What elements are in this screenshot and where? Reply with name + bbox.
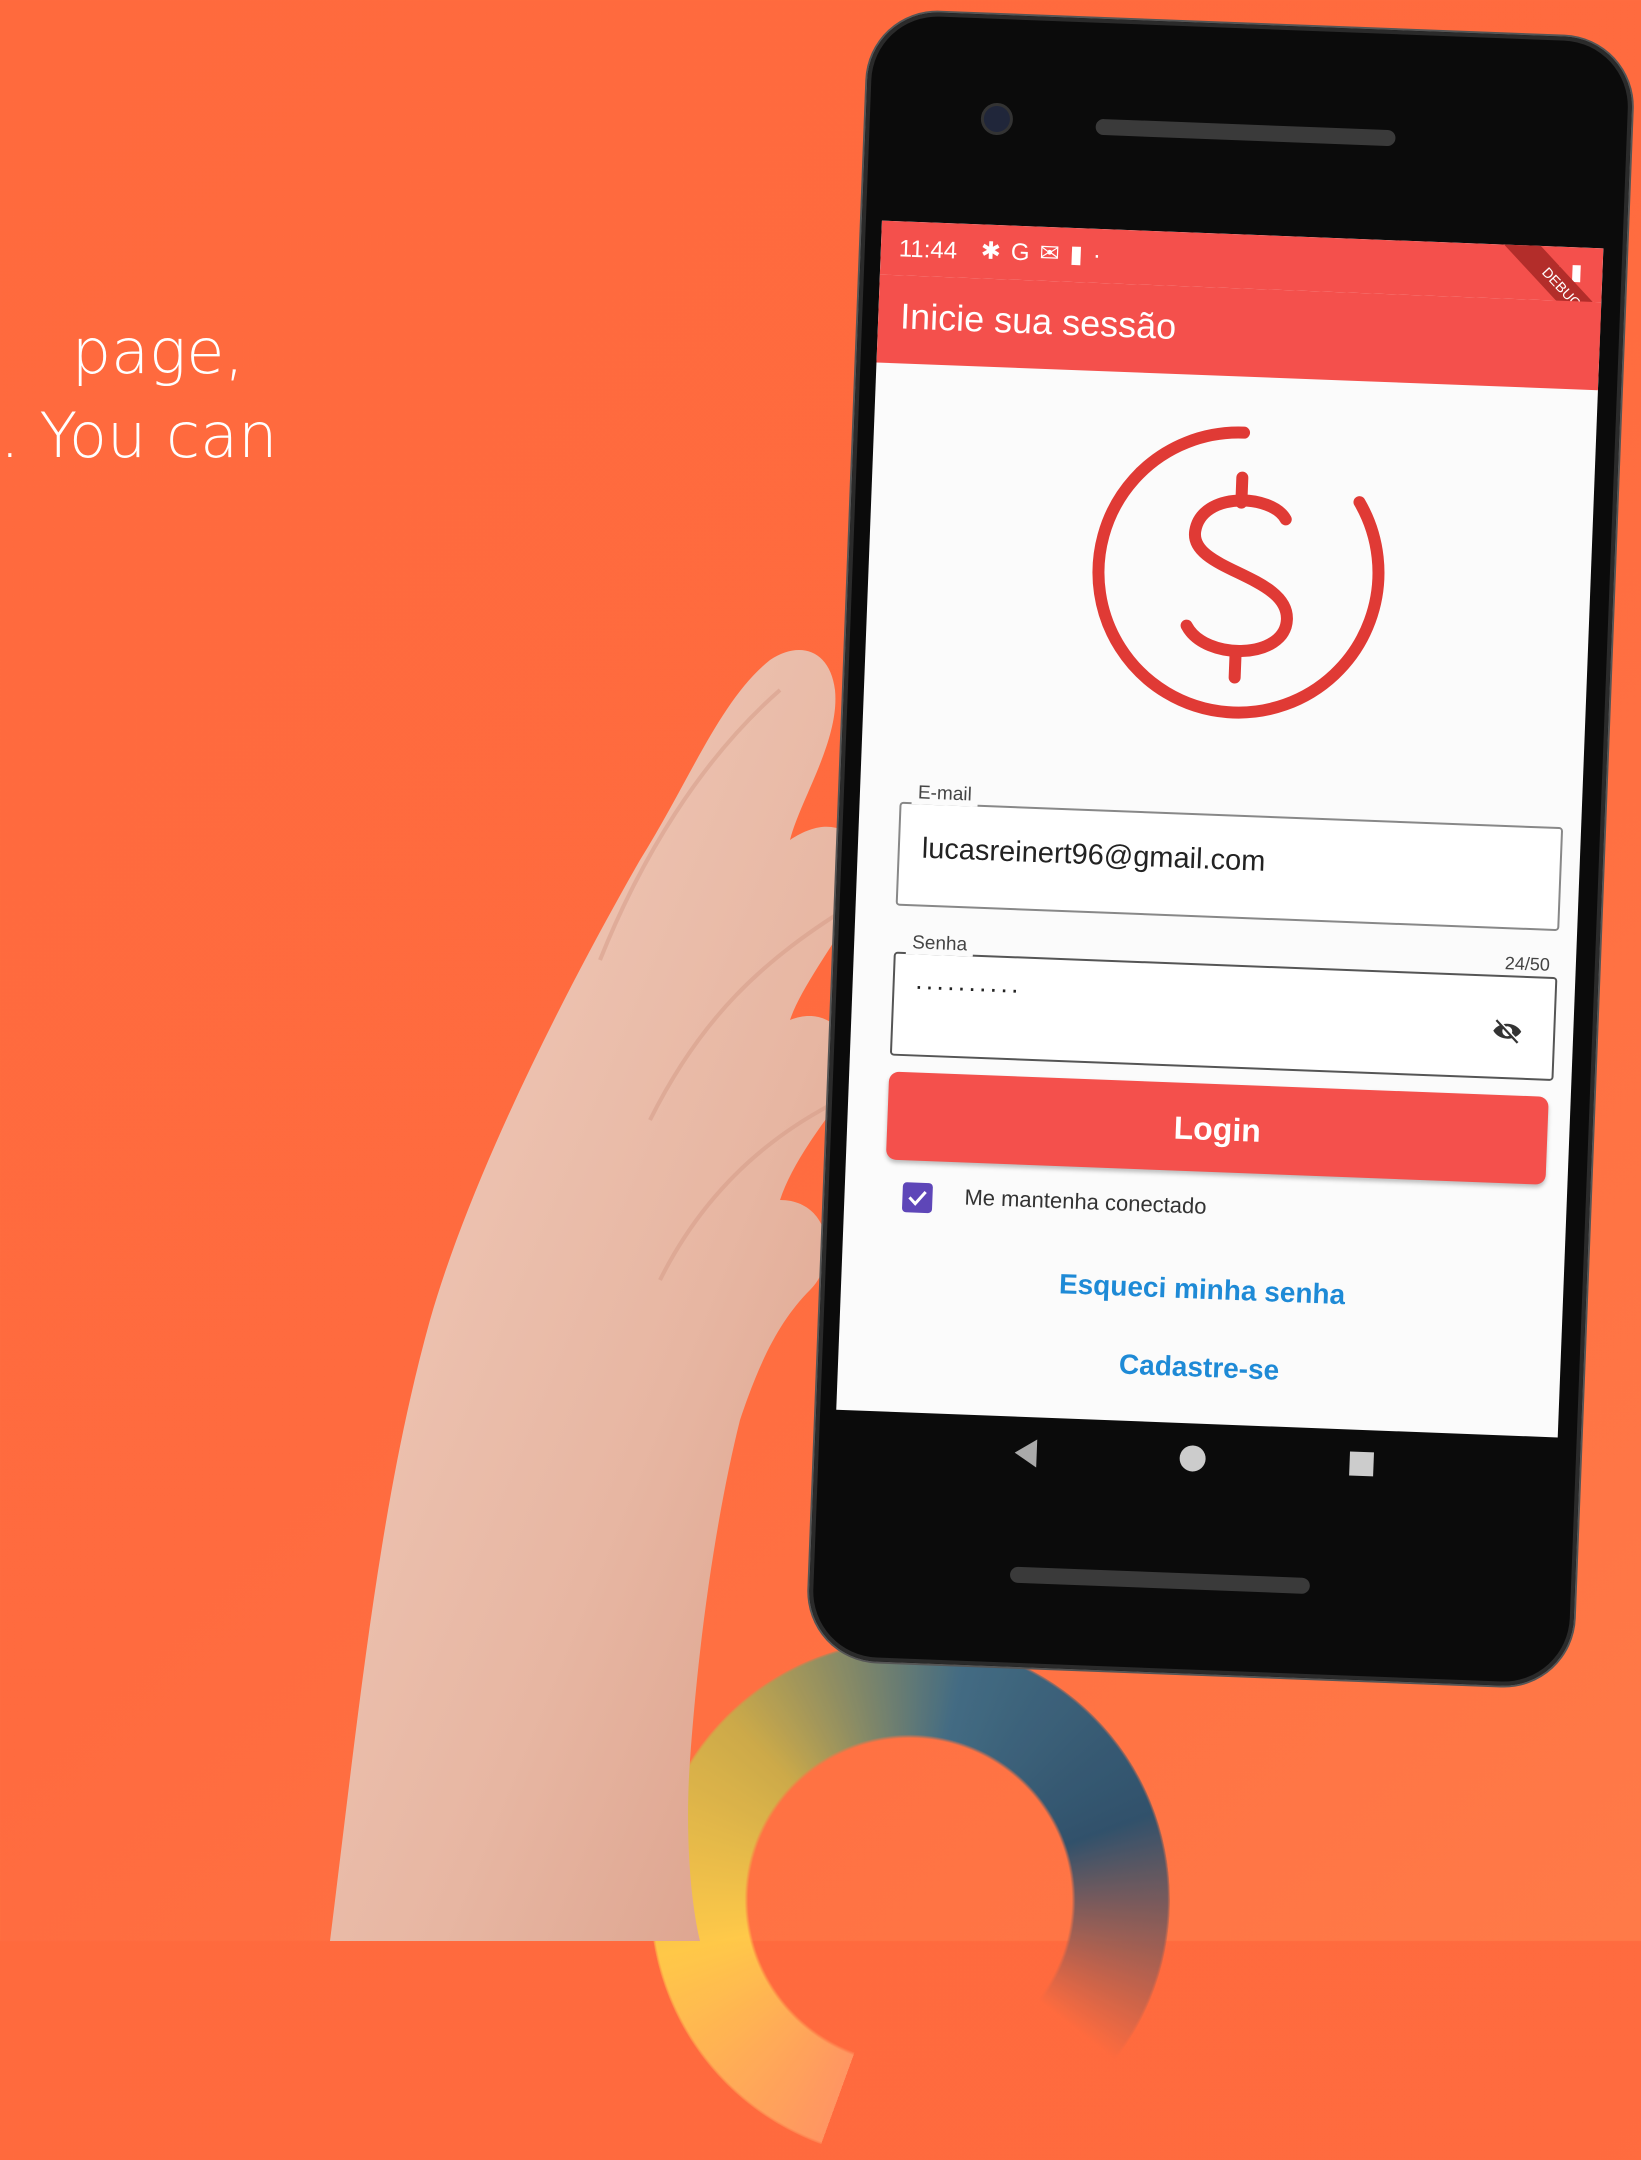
page-title: Inicie sua sessão: [899, 295, 1178, 347]
home-icon[interactable]: [1179, 1444, 1207, 1472]
sim-icon: ▮: [1069, 240, 1094, 269]
dollar-circle-icon: [1092, 426, 1385, 719]
forgot-password-link[interactable]: Esqueci minha senha: [841, 1260, 1564, 1320]
dot-icon: ·: [1092, 241, 1112, 270]
password-field[interactable]: [889, 951, 1558, 1082]
background-text-line-1: page,: [52, 315, 245, 388]
background-text: page, . You can: [0, 310, 277, 562]
email-label: E-mail: [911, 782, 979, 807]
login-button[interactable]: Login: [885, 1071, 1549, 1185]
check-icon: [908, 1191, 927, 1206]
gear-icon: ✱: [980, 237, 1012, 266]
status-time: 11:44: [898, 235, 958, 265]
google-icon: G: [1010, 238, 1041, 267]
password-char-counter: 24/50: [1504, 953, 1551, 975]
eye-off-icon[interactable]: [1491, 1015, 1524, 1048]
status-notification-icons: ✱G✉▮·: [980, 236, 1111, 270]
recent-apps-icon[interactable]: [1349, 1451, 1375, 1477]
background-text-line-2: . You can: [0, 399, 278, 472]
phone-device: 11:44 ✱G✉▮· ▼ ▮ DEBUG Inicie sua sessão …: [806, 10, 1635, 1689]
password-label: Senha: [905, 932, 974, 957]
decorative-arc: [650, 1640, 1170, 2160]
remember-me-label: Me mantenha conectado: [964, 1184, 1207, 1219]
password-input[interactable]: ··········: [914, 970, 1022, 1005]
remember-me-checkbox[interactable]: [901, 1182, 934, 1214]
gmail-icon: ✉: [1039, 239, 1071, 268]
signup-link[interactable]: Cadastre-se: [838, 1338, 1561, 1398]
back-icon[interactable]: [1014, 1438, 1038, 1468]
phone-screen: 11:44 ✱G✉▮· ▼ ▮ DEBUG Inicie sua sessão …: [836, 220, 1604, 1438]
